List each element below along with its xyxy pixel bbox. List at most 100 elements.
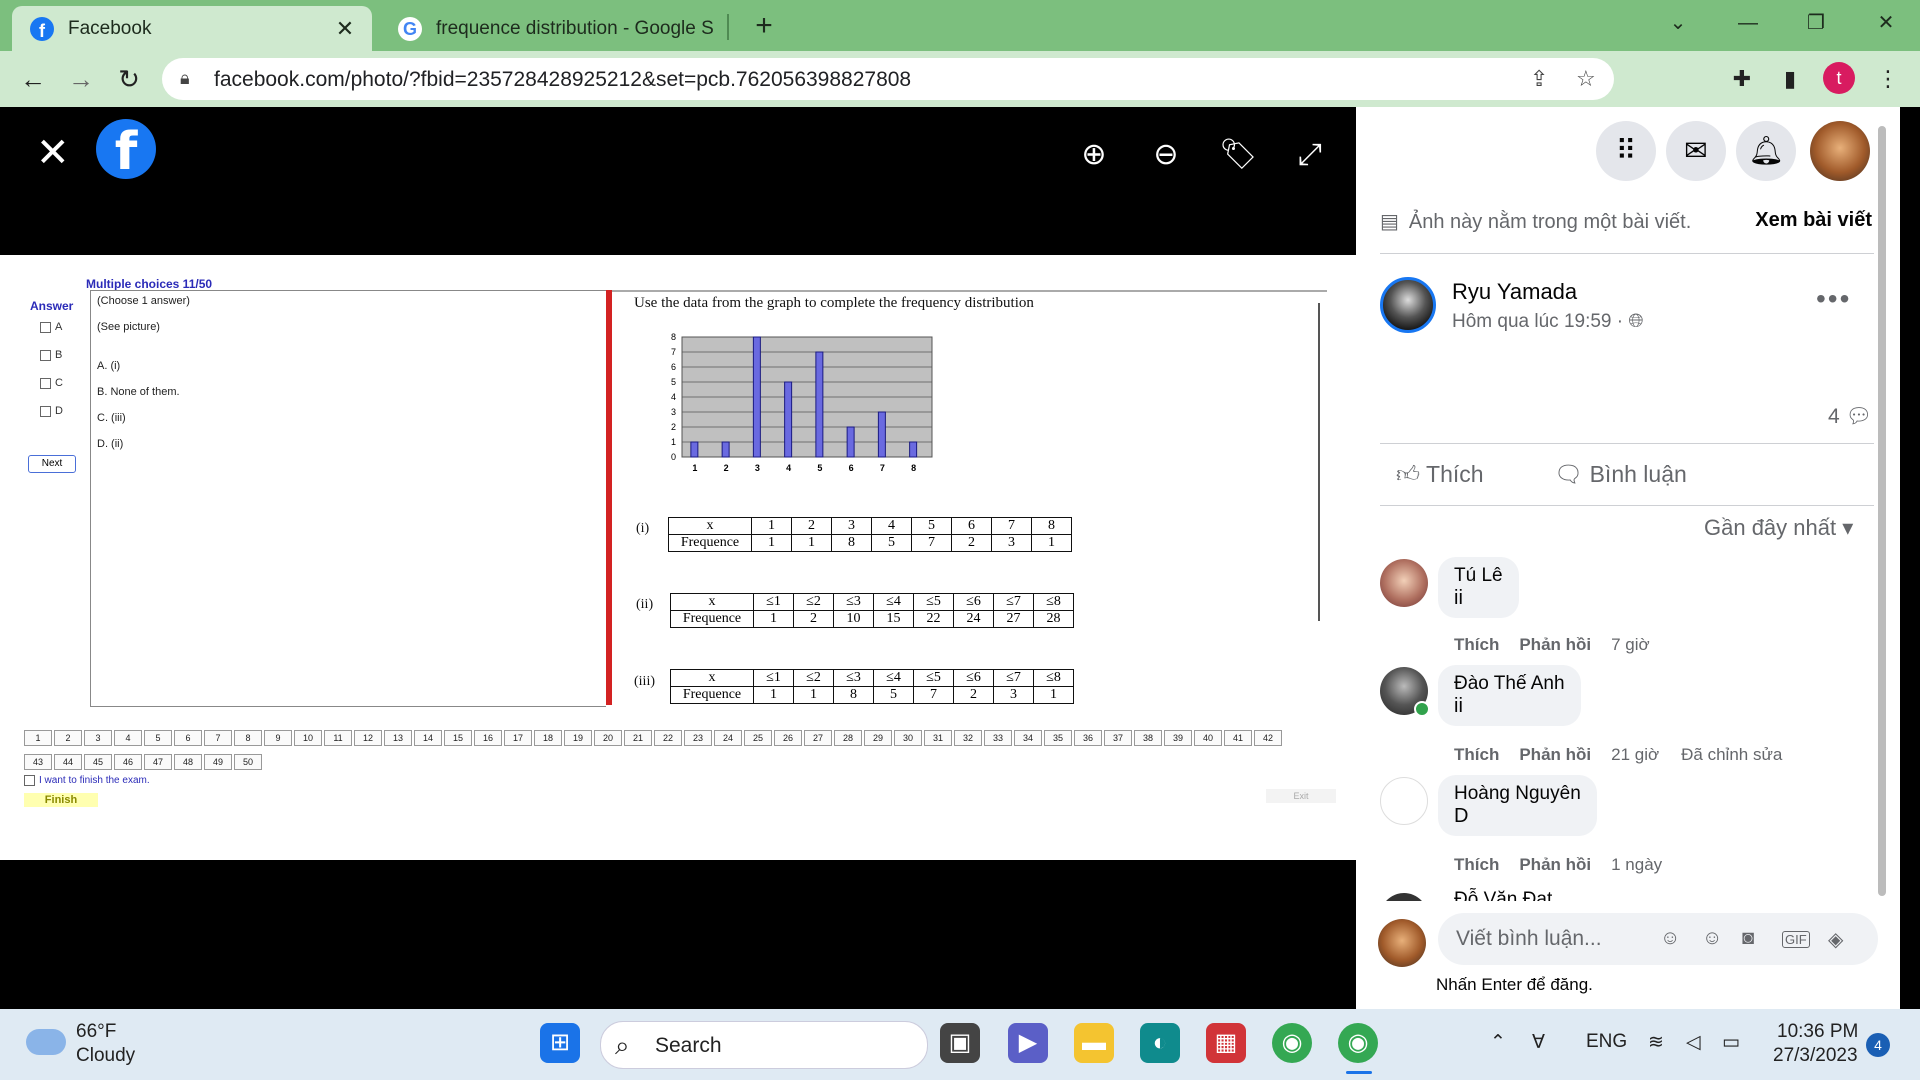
answer-option-c: C [40, 377, 63, 389]
commenter-name[interactable]: Đỗ Văn Đạt [1454, 889, 1552, 901]
question-number-button: 42 [1254, 730, 1282, 746]
fullscreen-icon[interactable]: ⤢ [1290, 135, 1330, 175]
menu-grid-icon[interactable]: ⠿ [1596, 121, 1656, 181]
edge-browser-icon[interactable]: ◐ [1140, 1023, 1180, 1063]
close-viewer-icon[interactable]: ✕ [36, 133, 70, 173]
exit-button: Exit [1266, 789, 1336, 803]
camera-icon[interactable]: ◙ [1742, 927, 1754, 950]
cloud-icon[interactable] [26, 1029, 66, 1055]
back-arrow-icon[interactable]: ← [16, 63, 50, 97]
comment-icon: 🗨︎ [1554, 461, 1584, 487]
comment-count[interactable]: 4 💬︎ [1828, 405, 1872, 429]
close-window-button[interactable]: ✕ [1866, 8, 1906, 38]
weather-temp[interactable]: 66°F [76, 1021, 116, 1043]
avatar-sticker-icon[interactable]: ☺ [1660, 927, 1680, 950]
comment-reply-link[interactable]: Phản hồi [1519, 635, 1591, 654]
address-bar[interactable]: 🔒︎ facebook.com/photo/?fbid=235728428925… [162, 58, 1614, 100]
forward-arrow-icon[interactable]: → [64, 63, 98, 97]
volume-icon[interactable]: ◁ [1686, 1031, 1701, 1054]
extensions-puzzle-icon[interactable]: ✚ [1724, 61, 1760, 97]
table-cell-x: ≤1 [753, 669, 794, 687]
side-panel-icon[interactable]: ▮ [1772, 61, 1808, 97]
view-post-link[interactable]: Xem bài viết [1755, 209, 1872, 232]
battery-icon[interactable]: ▭ [1722, 1031, 1740, 1054]
teams-chat-icon[interactable]: ▶ [1008, 1023, 1048, 1063]
question-number-button: 23 [684, 730, 712, 746]
bookmark-star-icon[interactable]: ☆ [1576, 66, 1596, 92]
caret-down-icon: ▾ [1842, 515, 1854, 540]
question-number-button: 31 [924, 730, 952, 746]
commenter-name[interactable]: Đào Thế Anh [1454, 673, 1565, 695]
tab-title: frequence distribution - Google S [436, 17, 714, 39]
comment-like-link[interactable]: Thích [1454, 855, 1499, 874]
tray-chevron-up-icon[interactable]: ⌃ [1490, 1031, 1506, 1054]
my-avatar[interactable] [1378, 919, 1426, 967]
windows-start-icon[interactable]: ⊞ [540, 1023, 580, 1063]
vpn-icon[interactable]: ∀ [1532, 1031, 1545, 1054]
facebook-logo-icon[interactable]: f [96, 119, 156, 182]
table-header-frequence: Frequence [670, 686, 754, 704]
commenter-name[interactable]: Tú Lê [1454, 565, 1503, 587]
sort-dropdown[interactable]: Gần đây nhất ▾ [1704, 515, 1853, 541]
sticker-icon[interactable]: ◈ [1828, 927, 1843, 952]
chrome-profile-t-icon[interactable]: ◉ [1338, 1023, 1378, 1063]
clock-date[interactable]: 27/3/2023 [1773, 1045, 1858, 1067]
input-language[interactable]: ENG [1586, 1031, 1627, 1053]
poster-name[interactable]: Ryu Yamada [1452, 279, 1577, 305]
task-view-icon[interactable]: ▣ [940, 1023, 980, 1063]
gif-icon[interactable]: GIF [1782, 931, 1810, 948]
share-icon[interactable]: ⇪ [1530, 66, 1548, 92]
notifications-bell-icon[interactable]: 🔔︎ [1736, 121, 1796, 181]
weather-condition[interactable]: Cloudy [76, 1045, 135, 1067]
commenter-avatar[interactable] [1380, 777, 1428, 825]
table-cell-freq: 8 [833, 686, 874, 704]
comment-like-link[interactable]: Thích [1454, 635, 1499, 654]
file-explorer-icon[interactable]: ▬ [1074, 1023, 1114, 1063]
comment-reply-link[interactable]: Phản hồi [1519, 745, 1591, 764]
new-tab-button[interactable]: + [748, 10, 780, 42]
tab-search-chevron-icon[interactable]: ⌄ [1658, 8, 1698, 38]
messenger-icon[interactable]: ✉ [1666, 121, 1726, 181]
bar-chart: 0 1 2 3 4 5 6 7 8 1 2 3 4 5 6 7 8 [671, 332, 933, 473]
post-timestamp[interactable]: Hôm qua lúc 19:59 · 🌐︎ [1452, 311, 1644, 333]
chrome-profile-d-icon[interactable]: ◉ [1272, 1023, 1312, 1063]
comment-like-link[interactable]: Thích [1454, 745, 1499, 764]
comment-bubble: Hoàng Nguyên D [1438, 775, 1597, 836]
clock-time[interactable]: 10:36 PM [1777, 1021, 1858, 1043]
emoji-icon[interactable]: ☺ [1702, 927, 1722, 950]
minimize-button[interactable]: — [1728, 8, 1768, 38]
account-avatar[interactable] [1810, 121, 1870, 181]
question-number-button: 5 [144, 730, 172, 746]
menu-kebab-icon[interactable]: ⋮ [1870, 61, 1906, 97]
panel-scrollbar[interactable] [1876, 112, 1888, 992]
tab-facebook[interactable]: f Facebook ✕ [12, 6, 372, 51]
comment-button[interactable]: 🗨︎ Bình luận [1554, 461, 1687, 488]
restore-button[interactable]: ❐ [1796, 8, 1836, 38]
taskbar-search[interactable]: ⌕ Search [600, 1021, 928, 1069]
zoom-in-icon[interactable]: ⊕ [1074, 135, 1114, 175]
commenter-avatar[interactable] [1380, 559, 1428, 607]
x-tick-label: 2 [724, 463, 729, 473]
wifi-icon[interactable]: ≋ [1648, 1031, 1664, 1054]
tag-icon[interactable]: 🏷︎ [1218, 135, 1258, 175]
profile-avatar[interactable]: t [1823, 62, 1855, 94]
comment-input[interactable]: Viết bình luận... ☺ ☺ ◙ GIF ◈ [1438, 913, 1878, 965]
like-button[interactable]: 👍︎ Thích [1396, 461, 1484, 489]
lock-icon[interactable]: 🔒︎ [180, 68, 190, 89]
tab-close-icon[interactable]: ✕ [332, 16, 358, 42]
choice-b: B. None of them. [97, 386, 180, 398]
zoom-out-icon[interactable]: ⊖ [1146, 135, 1186, 175]
commenter-avatar[interactable] [1380, 893, 1428, 901]
question-number-button: 26 [774, 730, 802, 746]
microsoft-store-icon[interactable]: ▦ [1206, 1023, 1246, 1063]
more-options-icon[interactable]: ••• [1816, 283, 1851, 315]
notification-count-badge[interactable]: 4 [1866, 1033, 1890, 1057]
reload-icon[interactable]: ↻ [112, 63, 146, 97]
question-number-button: 22 [654, 730, 682, 746]
comment-reply-link[interactable]: Phản hồi [1519, 855, 1591, 874]
tab-google-search[interactable]: G frequence distribution - Google S [380, 6, 730, 51]
commenter-name[interactable]: Hoàng Nguyên [1454, 783, 1581, 805]
comment-text: D [1454, 805, 1469, 827]
table-cell-freq: 1 [751, 534, 792, 552]
poster-avatar[interactable] [1380, 277, 1436, 333]
